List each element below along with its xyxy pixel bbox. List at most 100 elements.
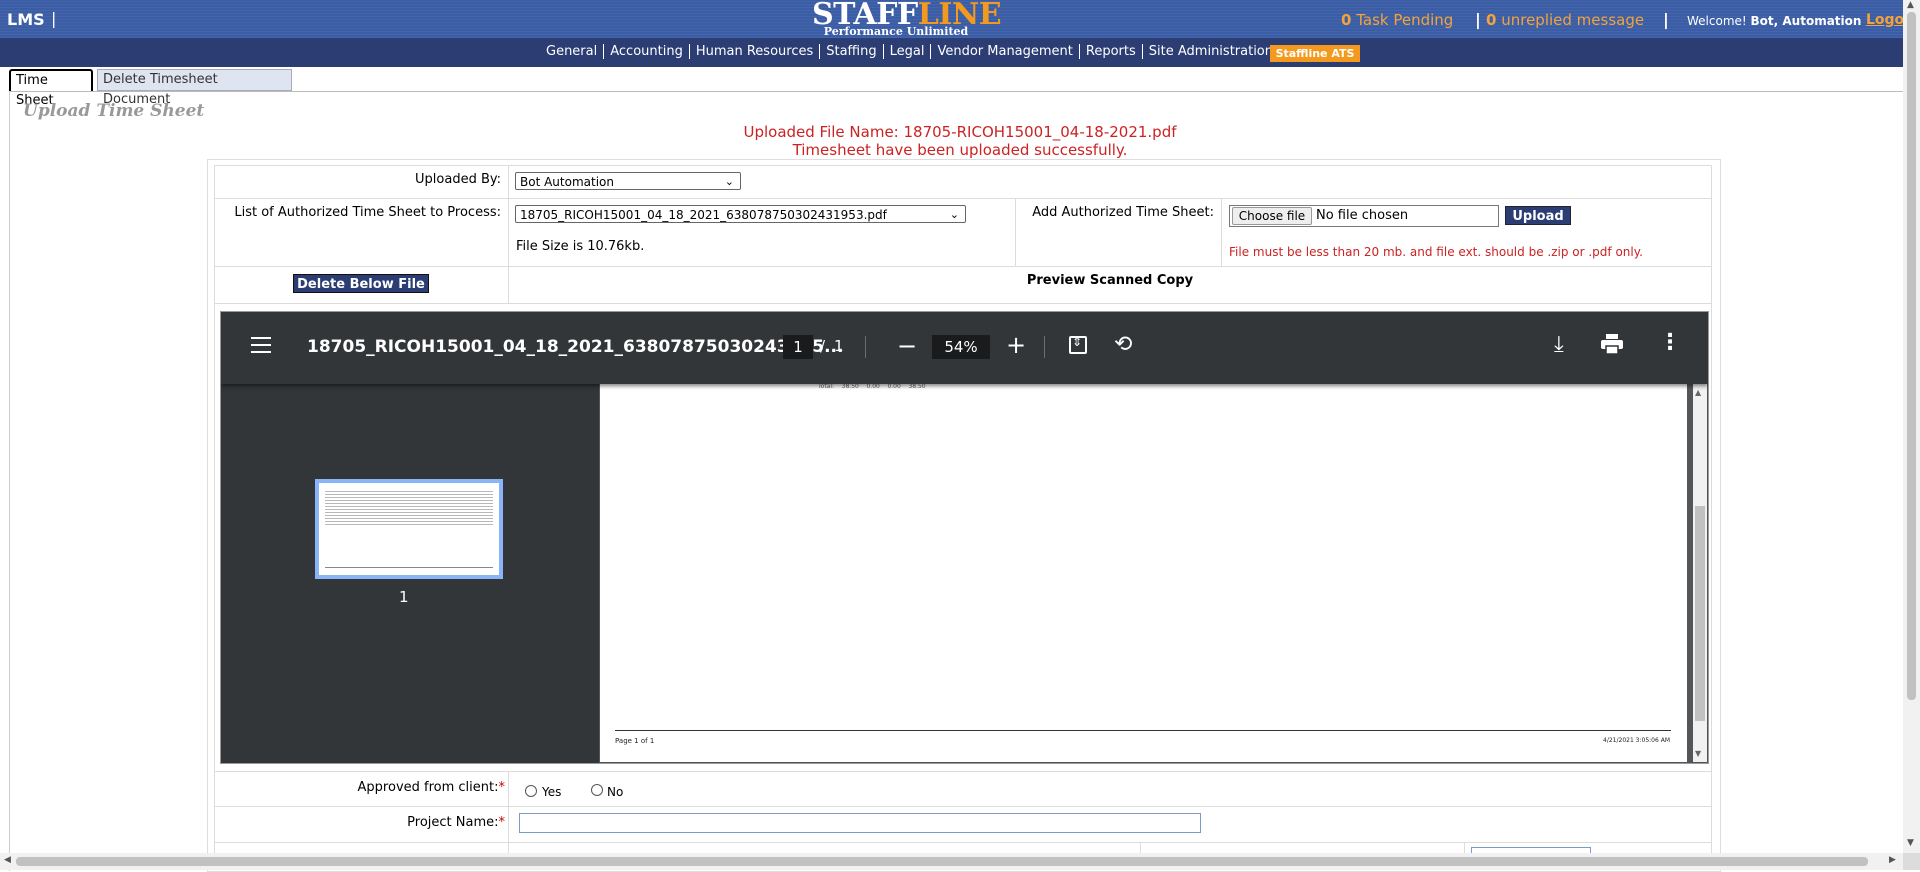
- column-divider: [214, 165, 215, 870]
- timesheet-list-label: List of Authorized Time Sheet to Process…: [234, 205, 501, 220]
- row-divider: [214, 771, 1712, 772]
- nav-item-vendor-management[interactable]: Vendor Management: [931, 44, 1080, 59]
- task-label: Task Pending: [1356, 11, 1454, 29]
- nav-item-site-administration[interactable]: Site Administration: [1143, 44, 1279, 59]
- scrollbar-corner: [1903, 853, 1920, 870]
- row-divider: [214, 806, 1712, 807]
- menu-icon[interactable]: [251, 337, 271, 358]
- zoom-input[interactable]: 54%: [932, 335, 990, 359]
- scroll-left-icon[interactable]: ◀: [4, 855, 11, 865]
- required-mark: *: [498, 780, 506, 795]
- project-label-text: Project Name:: [407, 815, 499, 830]
- top-bar: LMS | STAFFLINE Performance Unlimited 0 …: [0, 0, 1904, 38]
- staffline-ats-button[interactable]: Staffline ATS: [1270, 45, 1360, 62]
- column-divider: [1221, 198, 1222, 266]
- page-title: Upload Time Sheet: [23, 101, 205, 121]
- page-vertical-scrollbar[interactable]: ▲ ▼: [1903, 0, 1920, 853]
- row-divider: [214, 303, 1712, 304]
- separator: |: [1475, 10, 1481, 29]
- row-divider: [214, 165, 1712, 166]
- success-message: Timesheet have been uploaded successfull…: [792, 141, 1128, 159]
- pdf-viewer[interactable]: 18705_RICOH15001_04_18_2021_638078750302…: [220, 311, 1709, 764]
- uploaded-by-value: Bot Automation: [520, 175, 614, 189]
- pdf-title: 18705_RICOH15001_04_18_2021_638078750302…: [307, 337, 844, 357]
- scroll-up-icon[interactable]: ▲: [1907, 0, 1914, 10]
- file-hint: File must be less than 20 mb. and file e…: [1229, 245, 1643, 259]
- pdf-total-row: Total: 38.50 0.00 0.00 38.50: [818, 383, 926, 390]
- task-count: 0: [1341, 11, 1352, 29]
- upload-button[interactable]: Upload: [1505, 206, 1571, 225]
- more-icon[interactable]: ⋮: [1659, 330, 1681, 355]
- delete-file-button[interactable]: Delete Below File: [293, 274, 429, 293]
- uploaded-by-select[interactable]: Bot Automation ⌄: [515, 172, 741, 190]
- thumbnail-content: [325, 489, 493, 525]
- app-name: LMS: [7, 10, 45, 29]
- scroll-up-icon[interactable]: ▲: [1695, 388, 1701, 397]
- nav-item-reports[interactable]: Reports: [1080, 44, 1143, 59]
- print-icon[interactable]: [1601, 334, 1623, 355]
- pdf-toolbar: 18705_RICOH15001_04_18_2021_638078750302…: [221, 312, 1708, 384]
- page-thumbnail[interactable]: [315, 479, 503, 579]
- main-nav: General Accounting Human Resources Staff…: [0, 38, 1903, 67]
- required-mark: *: [498, 815, 506, 830]
- choose-file-button[interactable]: Choose file: [1232, 207, 1312, 225]
- rotate-icon[interactable]: ⟲: [1114, 332, 1132, 357]
- toolbar-divider: [865, 336, 866, 358]
- approved-label: Approved from client:*: [220, 780, 505, 795]
- uploaded-file-message: Uploaded File Name: 18705-RICOH15001_04-…: [743, 123, 1177, 141]
- tab-divider: [9, 91, 1903, 92]
- pdf-scrollbar[interactable]: ▲ ▼: [1693, 384, 1707, 762]
- column-divider: [1711, 165, 1712, 870]
- project-name-label: Project Name:*: [220, 815, 505, 830]
- scroll-down-icon[interactable]: ▼: [1695, 749, 1701, 758]
- page-number-input[interactable]: 1: [783, 335, 813, 359]
- fit-page-icon[interactable]: [1069, 335, 1087, 354]
- tab-delete-timesheet-document[interactable]: Delete Timesheet Document: [97, 69, 292, 107]
- welcome-text: Welcome! Bot, Automation: [1687, 14, 1861, 28]
- staffline-logo[interactable]: STAFFLINE Performance Unlimited: [812, 0, 1002, 38]
- approved-yes-radio[interactable]: [525, 785, 537, 797]
- column-divider: [1464, 843, 1465, 853]
- separator: |: [1663, 10, 1669, 29]
- pdf-footer-right: 4/21/2021 3:05:06 AM: [1603, 737, 1670, 744]
- logo-subtitle: Performance Unlimited: [823, 25, 969, 38]
- pdf-footer-line: [615, 730, 1671, 731]
- page-total: 1: [834, 337, 844, 355]
- project-name-input[interactable]: [519, 813, 1201, 833]
- page-horizontal-scrollbar[interactable]: ◀ ▶: [0, 853, 1903, 870]
- thumbnail-footer: [325, 567, 493, 568]
- file-input[interactable]: Choose file No file chosen: [1229, 205, 1499, 227]
- pdf-page: Total: 38.50 0.00 0.00 38.50 Page 1 of 1…: [600, 383, 1687, 762]
- tab-time-sheet[interactable]: Time Sheet: [9, 69, 93, 108]
- logout-link[interactable]: Logo: [1866, 12, 1904, 28]
- scroll-down-icon[interactable]: ▼: [1907, 838, 1914, 848]
- timesheet-list-value: 18705_RICOH15001_04_18_2021_638078750302…: [520, 208, 887, 222]
- minus-icon[interactable]: −: [897, 332, 917, 360]
- timesheet-list-select[interactable]: 18705_RICOH15001_04_18_2021_638078750302…: [515, 205, 966, 223]
- toolbar-divider: [1044, 336, 1045, 358]
- content-border: [9, 91, 10, 871]
- approved-no-radio[interactable]: [591, 784, 603, 796]
- page-separator: /: [820, 337, 826, 355]
- column-divider: [508, 165, 509, 303]
- yes-label: Yes: [542, 785, 562, 799]
- page-scroll-thumb[interactable]: [1907, 12, 1916, 700]
- welcome-prefix: Welcome!: [1687, 14, 1747, 28]
- scroll-right-icon[interactable]: ▶: [1889, 855, 1896, 865]
- pdf-scroll-thumb[interactable]: [1695, 506, 1705, 721]
- nav-item-general[interactable]: General: [540, 44, 605, 59]
- user-name: Bot, Automation: [1750, 14, 1862, 28]
- thumbnail-page-number: 1: [399, 588, 409, 606]
- chevron-down-icon: ⌄: [724, 175, 734, 188]
- plus-icon[interactable]: +: [1006, 331, 1026, 359]
- nav-item-staffing[interactable]: Staffing: [820, 44, 884, 59]
- nav-item-legal[interactable]: Legal: [884, 44, 932, 59]
- task-pending-link[interactable]: 0 Task Pending: [1341, 11, 1453, 29]
- nav-item-accounting[interactable]: Accounting: [604, 44, 690, 59]
- download-icon[interactable]: ⤓: [1554, 332, 1564, 357]
- page-hscroll-thumb[interactable]: [16, 857, 1868, 866]
- row-divider: [214, 266, 1712, 267]
- nav-item-human-resources[interactable]: Human Resources: [690, 44, 821, 59]
- unreplied-message-link[interactable]: 0 unreplied message: [1486, 11, 1644, 29]
- row-divider: [214, 198, 1712, 199]
